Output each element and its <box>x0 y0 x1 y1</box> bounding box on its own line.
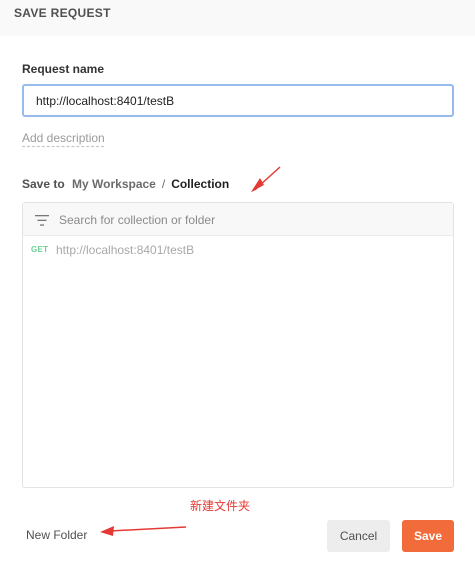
tree-request-item[interactable]: GET http://localhost:8401/testB <box>23 241 453 263</box>
collection-search-input[interactable] <box>57 209 441 231</box>
breadcrumb-collection: Collection <box>171 177 230 191</box>
save-to-breadcrumb: Save to My Workspace / Collection <box>22 177 229 191</box>
request-name-input[interactable] <box>22 84 454 117</box>
new-folder-button[interactable]: New Folder <box>26 528 87 542</box>
request-name-label: Request name <box>22 62 105 76</box>
annotation-arrow-collection <box>251 166 281 192</box>
filter-icon <box>35 213 49 231</box>
cancel-button[interactable]: Cancel <box>327 520 390 552</box>
method-badge: GET <box>31 245 49 254</box>
annotation-arrow-new-folder <box>100 526 187 536</box>
tree-item-label: http://localhost:8401/testB <box>56 243 195 257</box>
save-button[interactable]: Save <box>402 520 454 552</box>
add-description-link[interactable]: Add description <box>22 131 105 145</box>
tree-search-bar <box>23 203 453 236</box>
dialog-title: SAVE REQUEST <box>14 6 111 20</box>
breadcrumb-separator: / <box>161 177 166 191</box>
annotation-label: 新建文件夹 <box>190 499 251 513</box>
collection-tree: GET http://localhost:8401/testB <box>22 202 454 488</box>
save-to-label: Save to <box>22 177 65 191</box>
breadcrumb-workspace[interactable]: My Workspace <box>72 177 156 191</box>
dialog-header: SAVE REQUEST <box>0 0 475 36</box>
